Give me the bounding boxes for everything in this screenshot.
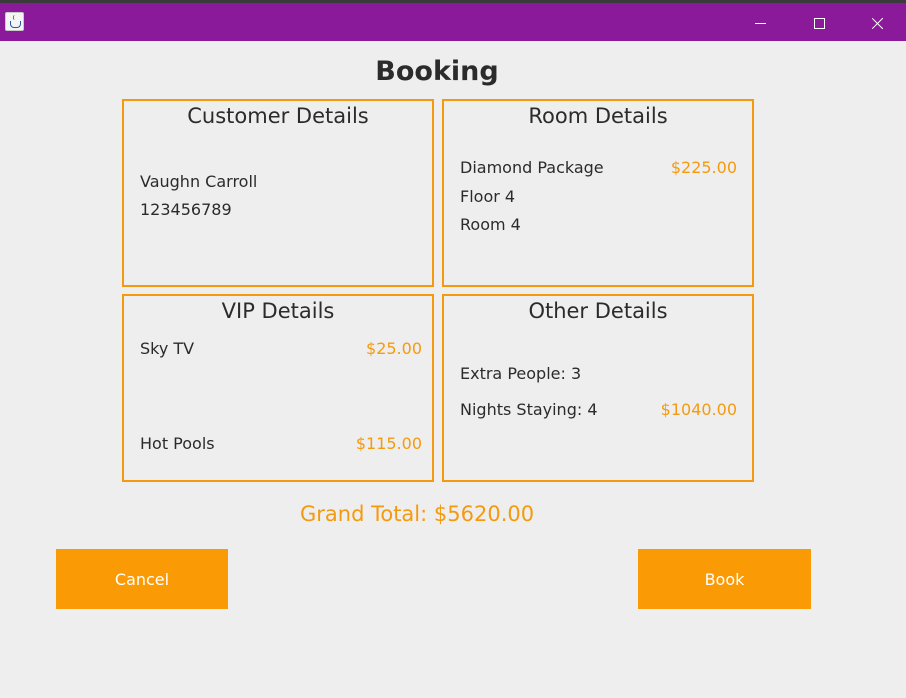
room-package: Diamond Package (460, 158, 604, 177)
vip-item-price: $115.00 (355, 434, 422, 453)
window-titlebar (0, 0, 906, 41)
other-details-panel: Other Details Extra People: 3 Nights Sta… (442, 294, 754, 482)
room-details-heading: Room Details (528, 104, 668, 128)
customer-name: Vaughn Carroll (140, 172, 258, 191)
extra-people: Extra People: 3 (460, 364, 582, 383)
vip-item-label: Hot Pools (140, 434, 215, 453)
customer-details-panel: Customer Details Vaughn Carroll 12345678… (122, 99, 434, 287)
minimize-button[interactable] (738, 6, 784, 41)
page-title: Booking (375, 56, 499, 87)
cancel-button[interactable]: Cancel (56, 549, 228, 609)
vip-item-label: Sky TV (140, 339, 195, 358)
maximize-icon (814, 18, 825, 29)
vip-details-heading: VIP Details (221, 299, 335, 323)
room-package-price: $225.00 (670, 158, 737, 177)
room-floor: Floor 4 (460, 187, 516, 206)
room-details-panel: Room Details Diamond Package $225.00 Flo… (442, 99, 754, 287)
nights-price: $1040.00 (660, 400, 737, 419)
customer-details-heading: Customer Details (187, 104, 369, 128)
maximize-button[interactable] (796, 6, 842, 41)
book-button[interactable]: Book (638, 549, 811, 609)
vip-item-price: $25.00 (366, 339, 422, 358)
customer-phone: 123456789 (140, 200, 232, 219)
java-app-icon (5, 12, 24, 31)
minimize-icon (755, 23, 766, 24)
close-icon (871, 17, 884, 30)
vip-details-panel: VIP Details Sky TV $25.00 Hot Pools $115… (122, 294, 434, 482)
close-button[interactable] (855, 6, 901, 41)
nights-staying: Nights Staying: 4 (460, 400, 598, 419)
other-details-heading: Other Details (528, 299, 668, 323)
grand-total: Grand Total: $5620.00 (300, 502, 535, 526)
room-number: Room 4 (460, 215, 521, 234)
